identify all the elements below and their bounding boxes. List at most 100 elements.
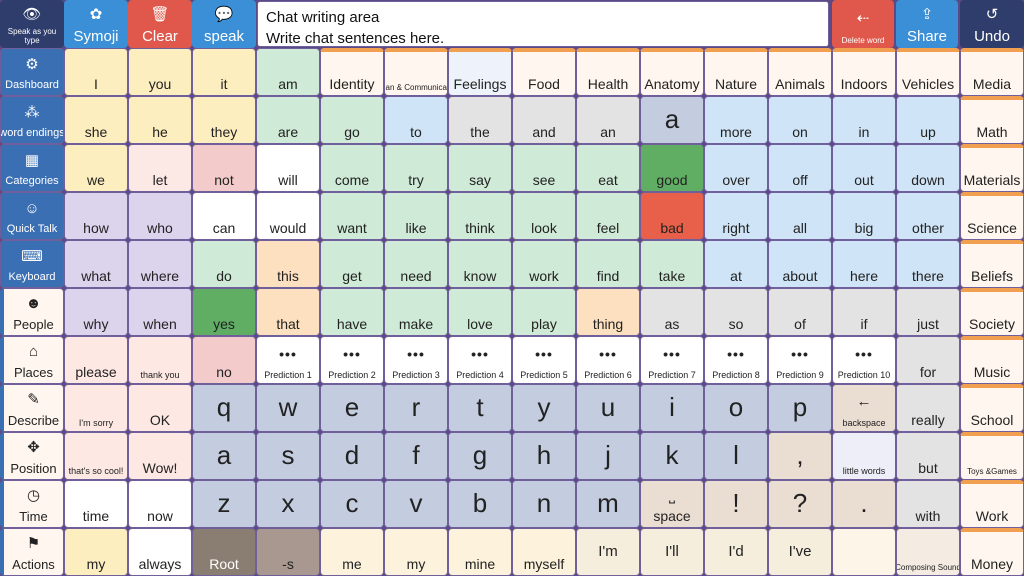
key-d[interactable]: d	[320, 432, 384, 480]
word-other-r3c13[interactable]: other	[896, 192, 960, 240]
word-of-r5c11[interactable]: of	[768, 288, 832, 336]
word-i-d-r10c10[interactable]: I'd	[704, 528, 768, 576]
key-s[interactable]: s	[256, 432, 320, 480]
word-to-r1c5[interactable]: to	[384, 96, 448, 144]
word-think-r3c6[interactable]: think	[448, 192, 512, 240]
key-i[interactable]: i	[640, 384, 704, 432]
word-when-r5c1[interactable]: when	[128, 288, 192, 336]
nav-position[interactable]: ✥ Position	[0, 432, 64, 480]
nav-dashboard[interactable]: ⚙ Dashboard	[0, 48, 64, 96]
word-nature-r0c10[interactable]: Nature	[704, 48, 768, 96]
word-time-r9c0[interactable]: time	[64, 480, 128, 528]
nav-actions[interactable]: ⚑ Actions	[0, 528, 64, 576]
nav-keyboard[interactable]: ⌨ Keyboard	[0, 240, 64, 288]
word-for-r6c13[interactable]: for	[896, 336, 960, 384]
clear-button[interactable]: 🗑 Clear	[128, 0, 192, 48]
word-math-r1c14[interactable]: Math	[960, 96, 1024, 144]
word-he-r1c1[interactable]: he	[128, 96, 192, 144]
word-down-r2c13[interactable]: down	[896, 144, 960, 192]
word-indoors-r0c12[interactable]: Indoors	[832, 48, 896, 96]
word-now-r9c1[interactable]: now	[128, 480, 192, 528]
word-would-r3c3[interactable]: would	[256, 192, 320, 240]
word-feel-r3c8[interactable]: feel	[576, 192, 640, 240]
key-g[interactable]: g	[448, 432, 512, 480]
word-science-r3c14[interactable]: Science	[960, 192, 1024, 240]
word-animals-r0c11[interactable]: Animals	[768, 48, 832, 96]
nav-describe[interactable]: ✎ Describe	[0, 384, 64, 432]
word-have-r5c4[interactable]: have	[320, 288, 384, 336]
word-the-r1c6[interactable]: the	[448, 96, 512, 144]
word-what-r4c0[interactable]: what	[64, 240, 128, 288]
word-prediction-4-r6c6[interactable]: ••• Prediction 4	[448, 336, 512, 384]
key-a[interactable]: a	[192, 432, 256, 480]
word-i-m-sorry-r7c0[interactable]: I'm sorry	[64, 384, 128, 432]
word-get-r4c4[interactable]: get	[320, 240, 384, 288]
word-identity-r0c4[interactable]: Identity	[320, 48, 384, 96]
word-myself-r10c7[interactable]: myself	[512, 528, 576, 576]
key-period[interactable]: .	[832, 480, 896, 528]
word-here-r4c12[interactable]: here	[832, 240, 896, 288]
word-just-r5c13[interactable]: just	[896, 288, 960, 336]
nav-word-endings[interactable]: ⁂ word endings	[0, 96, 64, 144]
word-will-r2c3[interactable]: will	[256, 144, 320, 192]
word-prediction-5-r6c7[interactable]: ••• Prediction 5	[512, 336, 576, 384]
word-work-r4c7[interactable]: work	[512, 240, 576, 288]
word-that-s-so-cool-r8c0[interactable]: that's so cool!	[64, 432, 128, 480]
word-me-r10c4[interactable]: me	[320, 528, 384, 576]
word-all-r3c11[interactable]: all	[768, 192, 832, 240]
key-exclaim[interactable]: !	[704, 480, 768, 528]
word-you-r0c1[interactable]: you	[128, 48, 192, 96]
word-am-r0c3[interactable]: am	[256, 48, 320, 96]
word-prediction-8-r6c10[interactable]: ••• Prediction 8	[704, 336, 768, 384]
word-health-r0c8[interactable]: Health	[576, 48, 640, 96]
key-m[interactable]: m	[576, 480, 640, 528]
word-let-r2c1[interactable]: let	[128, 144, 192, 192]
word-so-r5c10[interactable]: so	[704, 288, 768, 336]
word-always-r10c1[interactable]: always	[128, 528, 192, 576]
word-and-r1c7[interactable]: and	[512, 96, 576, 144]
word-money-r10c14[interactable]: Money	[960, 528, 1024, 576]
word-can-r3c2[interactable]: can	[192, 192, 256, 240]
word-but-r8c13[interactable]: but	[896, 432, 960, 480]
word-an-r1c8[interactable]: an	[576, 96, 640, 144]
delete-word-button[interactable]: ⇠ Delete word	[832, 0, 894, 48]
word-how-r3c0[interactable]: how	[64, 192, 128, 240]
key-k[interactable]: k	[640, 432, 704, 480]
word-as-r5c9[interactable]: as	[640, 288, 704, 336]
word-bad-r3c9[interactable]: bad	[640, 192, 704, 240]
key-y[interactable]: y	[512, 384, 576, 432]
speak-as-you-type-button[interactable]: 👁 Speak as you type	[0, 0, 64, 48]
word-make-r5c5[interactable]: make	[384, 288, 448, 336]
word-try-r2c5[interactable]: try	[384, 144, 448, 192]
nav-people[interactable]: ☻ People	[0, 288, 64, 336]
word-music-r6c14[interactable]: Music	[960, 336, 1024, 384]
word-my-r10c0[interactable]: my	[64, 528, 128, 576]
key-r[interactable]: r	[384, 384, 448, 432]
word-do-r4c2[interactable]: do	[192, 240, 256, 288]
word-blank-r10c12[interactable]	[832, 528, 896, 576]
word-they-r1c2[interactable]: they	[192, 96, 256, 144]
key-e[interactable]: e	[320, 384, 384, 432]
word-like-r3c5[interactable]: like	[384, 192, 448, 240]
share-button[interactable]: ⇪ Share	[896, 0, 958, 48]
word-out-r2c12[interactable]: out	[832, 144, 896, 192]
key-comma[interactable]: ,	[768, 432, 832, 480]
word-i-m-r10c8[interactable]: I'm	[576, 528, 640, 576]
word-prediction-1-r6c3[interactable]: ••• Prediction 1	[256, 336, 320, 384]
word-root-r10c2[interactable]: Root	[192, 528, 256, 576]
word-about-r4c11[interactable]: about	[768, 240, 832, 288]
word-i-r0c0[interactable]: I	[64, 48, 128, 96]
word-prediction-7-r6c9[interactable]: ••• Prediction 7	[640, 336, 704, 384]
word-i-ll-r10c9[interactable]: I'll	[640, 528, 704, 576]
key-v[interactable]: v	[384, 480, 448, 528]
key-t[interactable]: t	[448, 384, 512, 432]
chat-writing-area[interactable]: Chat writing area Write chat sentences h…	[257, 1, 829, 47]
word-up-r1c13[interactable]: up	[896, 96, 960, 144]
word-beliefs-r4c14[interactable]: Beliefs	[960, 240, 1024, 288]
word-off-r2c11[interactable]: off	[768, 144, 832, 192]
speak-button[interactable]: 💬 speak	[192, 0, 256, 48]
word-work-r9c14[interactable]: Work	[960, 480, 1024, 528]
word-please-r6c0[interactable]: please	[64, 336, 128, 384]
word-play-r5c7[interactable]: play	[512, 288, 576, 336]
key-a[interactable]: a	[640, 96, 704, 144]
